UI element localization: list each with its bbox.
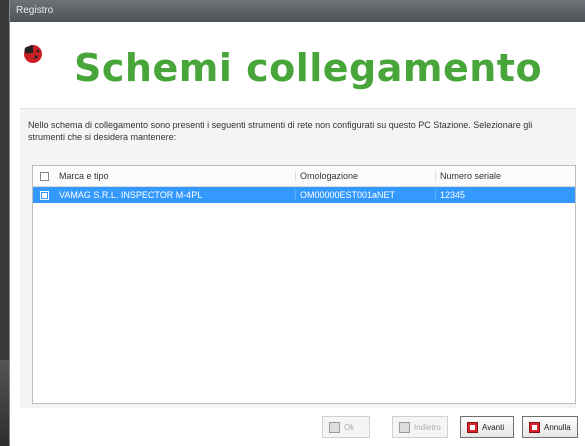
table-row[interactable]: VAMAG S.R.L. INSPECTOR M-4PL OM00000EST0…	[33, 187, 575, 203]
ladybug-icon	[24, 45, 42, 63]
next-button[interactable]: Avanti	[460, 416, 514, 438]
wizard-window: Registro Schemi collegamento Nello schem…	[9, 0, 585, 446]
wizard-header: Schemi collegamento	[10, 22, 585, 104]
ok-icon	[329, 421, 340, 433]
back-button-label: Indietro	[414, 422, 441, 432]
next-button-label: Avanti	[482, 422, 505, 432]
back-icon	[399, 421, 410, 433]
instruments-table: Marca e tipo Omologazione Numero seriale…	[32, 165, 576, 404]
cancel-icon	[529, 421, 540, 433]
ok-button-label: Ok	[344, 422, 355, 432]
back-button[interactable]: Indietro	[392, 416, 448, 438]
instruction-text: Nello schema di collegamento sono presen…	[28, 120, 533, 142]
column-header-omologazione[interactable]: Omologazione	[295, 171, 435, 181]
wizard-footer: Ok Indietro Avanti Annulla	[10, 408, 585, 446]
row-checkbox[interactable]	[39, 190, 49, 200]
next-icon	[467, 421, 478, 433]
select-all-checkbox[interactable]	[39, 171, 49, 181]
wizard-content: Nello schema di collegamento sono presen…	[20, 108, 576, 409]
page-title: Schemi collegamento	[74, 46, 543, 90]
cancel-button-label: Annulla	[544, 422, 571, 432]
column-header-marca[interactable]: Marca e tipo	[55, 171, 295, 181]
column-header-numero-seriale[interactable]: Numero seriale	[435, 171, 575, 181]
cancel-button[interactable]: Annulla	[522, 416, 578, 438]
cell-numero-seriale: 12345	[435, 190, 575, 200]
ok-button[interactable]: Ok	[322, 416, 370, 438]
table-header: Marca e tipo Omologazione Numero seriale	[33, 166, 575, 187]
cell-omologazione: OM00000EST001aNET	[295, 190, 435, 200]
cell-marca: VAMAG S.R.L. INSPECTOR M-4PL	[59, 190, 203, 200]
window-titlebar[interactable]: Registro	[10, 0, 585, 22]
